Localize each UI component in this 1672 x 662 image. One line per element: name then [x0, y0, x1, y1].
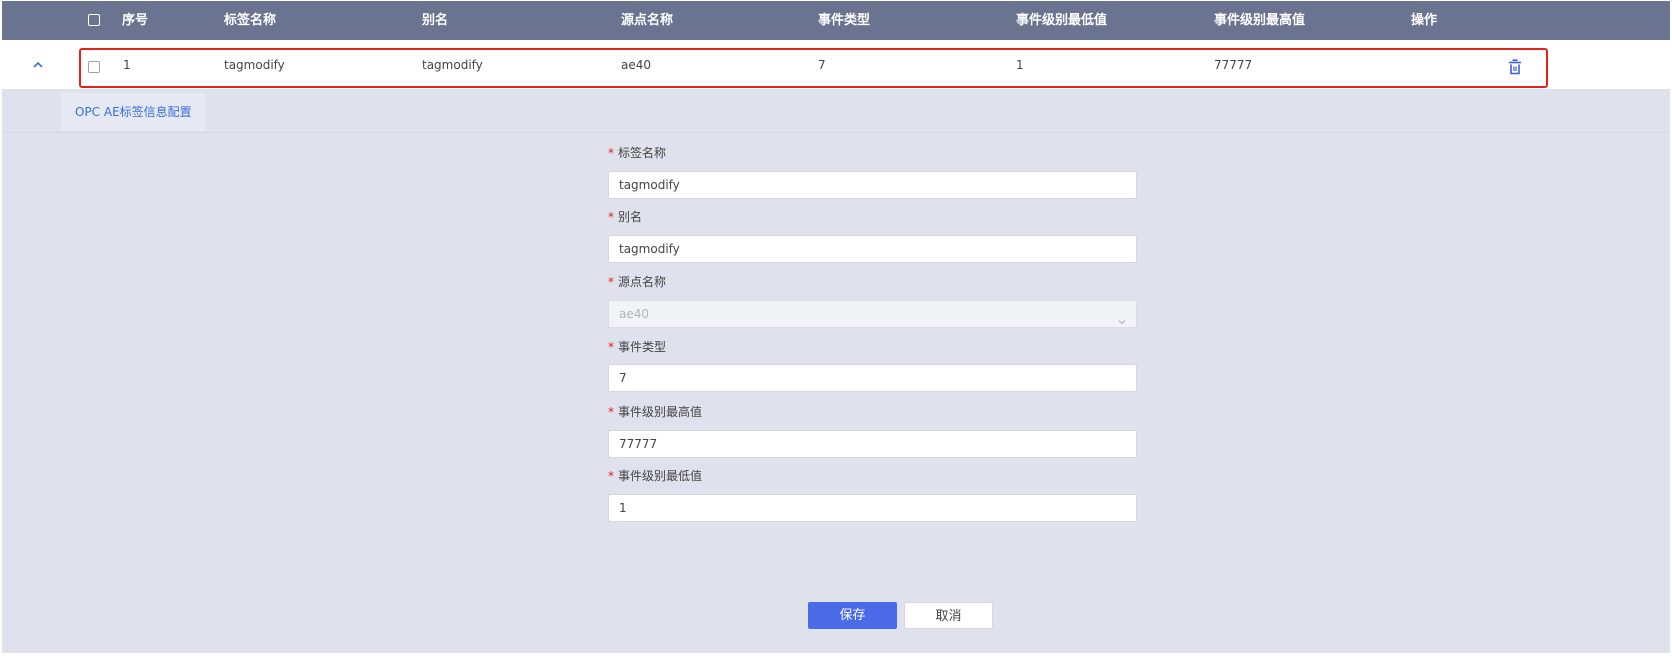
header-index: 序号	[122, 13, 149, 28]
source-name-label: * 源点名称	[608, 275, 667, 289]
source-name-value: ae40	[619, 307, 650, 321]
cell-alias: tagmodify	[422, 58, 483, 72]
tag-name-label: * 标签名称	[608, 146, 667, 160]
level-max-field[interactable]: 77777	[608, 430, 1137, 458]
header-event-type: 事件类型	[818, 13, 871, 28]
alias-field[interactable]: tagmodify	[608, 235, 1137, 263]
select-all-checkbox[interactable]	[88, 14, 100, 26]
header-alias: 别名	[422, 13, 449, 28]
cell-tag-name: tagmodify	[224, 58, 285, 72]
tag-name-field[interactable]: tagmodify	[608, 171, 1137, 199]
cell-source-name: ae40	[621, 58, 652, 72]
event-type-field[interactable]: 7	[608, 364, 1137, 392]
tag-name-value: tagmodify	[619, 178, 680, 192]
level-max-label: * 事件级别最高值	[608, 405, 703, 419]
chevron-down-icon	[1118, 309, 1126, 325]
required-mark: *	[608, 146, 614, 160]
event-type-label: * 事件类型	[608, 340, 667, 354]
chevron-up-icon[interactable]	[29, 56, 47, 74]
cell-event-type: 7	[818, 58, 826, 72]
panel-tabs: OPC AE标签信息配置	[2, 89, 1670, 133]
table-header: 序号 标签名称 别名 源点名称 事件类型 事件级别最低值 事件级别最高值 操作	[2, 1, 1670, 40]
cell-level-min: 1	[1016, 58, 1024, 72]
save-button[interactable]: 保存	[808, 602, 897, 629]
header-level-max: 事件级别最高值	[1214, 13, 1306, 28]
required-mark: *	[608, 340, 614, 354]
level-min-label: * 事件级别最低值	[608, 469, 703, 483]
table-row: 1 tagmodify tagmodify ae40 7 1 77777	[2, 42, 1670, 89]
required-mark: *	[608, 469, 614, 483]
trash-icon[interactable]	[1508, 59, 1522, 75]
cancel-button[interactable]: 取消	[904, 602, 993, 629]
source-name-select[interactable]: ae40	[608, 300, 1137, 328]
alias-label: * 别名	[608, 210, 643, 224]
level-max-value: 77777	[619, 437, 658, 451]
required-mark: *	[608, 405, 614, 419]
cell-index: 1	[123, 58, 131, 72]
event-type-value: 7	[619, 371, 627, 385]
header-source-name: 源点名称	[621, 13, 674, 28]
required-mark: *	[608, 275, 614, 289]
level-min-value: 1	[619, 501, 627, 515]
header-level-min: 事件级别最低值	[1016, 13, 1108, 28]
header-tag-name: 标签名称	[224, 13, 277, 28]
tab-opc-ae-config[interactable]: OPC AE标签信息配置	[61, 93, 206, 131]
level-min-field[interactable]: 1	[608, 494, 1137, 522]
required-mark: *	[608, 210, 614, 224]
cell-level-max: 77777	[1214, 58, 1253, 72]
header-actions: 操作	[1411, 13, 1438, 28]
alias-value: tagmodify	[619, 242, 680, 256]
row-checkbox[interactable]	[88, 61, 100, 73]
